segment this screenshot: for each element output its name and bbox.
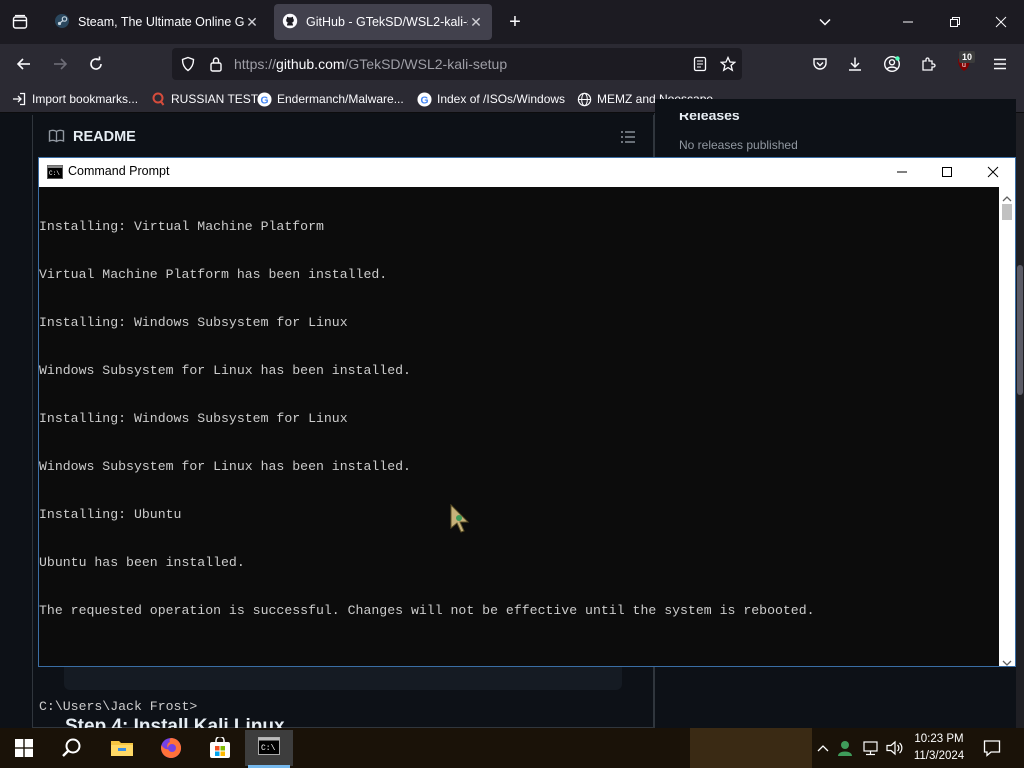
bookmark-label: Index of /ISOs/Windows <box>437 92 566 106</box>
cmd-line <box>39 651 999 667</box>
cmd-line: Windows Subsystem for Linux has been ins… <box>39 459 411 474</box>
svg-text:u: u <box>962 62 966 69</box>
page-scrollbar-thumb[interactable] <box>1017 265 1023 395</box>
page-scrollbar[interactable] <box>1016 113 1024 728</box>
user-tray-icon[interactable] <box>836 730 856 766</box>
github-icon <box>282 13 298 32</box>
bookmark-label: RUSSIAN TEST <box>171 92 259 106</box>
firefox-icon[interactable] <box>155 730 187 766</box>
cmd-line: Installing: Virtual Machine Platform <box>39 219 324 234</box>
steam-icon <box>54 13 70 32</box>
back-icon[interactable] <box>10 50 38 78</box>
cmd-close-icon[interactable] <box>981 160 1005 184</box>
reload-icon[interactable] <box>82 50 110 78</box>
restore-window-icon[interactable] <box>941 8 969 36</box>
wallpaper-peek <box>690 728 812 768</box>
google-icon: G <box>256 91 272 107</box>
releases-mask <box>655 99 1016 113</box>
lock-icon[interactable] <box>202 50 230 78</box>
url-domain: github.com <box>276 56 345 72</box>
downloads-icon[interactable] <box>841 50 869 78</box>
cmd-app-icon: C:\ <box>47 165 63 184</box>
google-icon: G <box>416 91 432 107</box>
bookmark-label: Endermanch/Malware... <box>277 92 404 106</box>
network-icon[interactable] <box>860 730 882 766</box>
bookmark-star-icon[interactable] <box>714 50 742 78</box>
cmd-scrollbar-thumb[interactable] <box>1002 204 1012 220</box>
tab-steam[interactable]: Steam, The Ultimate Online Gar ✕ <box>46 4 268 40</box>
extensions-icon[interactable] <box>914 50 942 78</box>
bookmark-endermanch[interactable]: G Endermanch/Malware... <box>256 90 404 108</box>
new-tab-icon[interactable]: + <box>501 8 529 36</box>
cmd-scrollbar[interactable] <box>999 187 1015 666</box>
taskbar-cmd-button[interactable]: C:\ <box>245 730 293 766</box>
cmd-prompt-line: C:\Users\Jack Frost> <box>39 699 198 714</box>
svg-text:G: G <box>420 95 428 106</box>
volume-icon[interactable] <box>884 730 906 766</box>
cmd-minimize-icon[interactable] <box>890 160 914 184</box>
cmd-maximize-icon[interactable] <box>935 160 959 184</box>
busy-cursor-icon <box>450 503 472 539</box>
svg-text:C:\: C:\ <box>49 170 60 177</box>
url-scheme: https:// <box>234 56 277 72</box>
notifications-icon[interactable] <box>980 730 1004 766</box>
list-all-tabs-icon[interactable] <box>811 8 839 36</box>
microsoft-store-icon[interactable] <box>204 730 236 766</box>
bookmark-russian-test[interactable]: RUSSIAN TEST <box>150 90 258 108</box>
show-hidden-icons-icon[interactable] <box>814 730 832 766</box>
globe-icon <box>576 91 592 107</box>
no-releases-text: No releases published <box>679 138 798 152</box>
cmd-line: Installing: Ubuntu <box>39 507 182 522</box>
reader-view-icon[interactable] <box>686 50 714 78</box>
forward-icon[interactable] <box>46 50 74 78</box>
bookmark-index-isos[interactable]: G Index of /ISOs/Windows <box>416 90 565 108</box>
file-explorer-icon[interactable] <box>106 730 138 766</box>
start-icon[interactable] <box>8 730 40 766</box>
close-window-icon[interactable] <box>987 8 1015 36</box>
url-text[interactable]: https://github.com/GTekSD/WSL2-kali-setu… <box>234 56 507 72</box>
tab-github[interactable]: GitHub - GTekSD/WSL2-kali-set ✕ <box>274 4 492 40</box>
cmd-line: Virtual Machine Platform has been instal… <box>39 267 388 282</box>
account-icon[interactable] <box>878 50 906 78</box>
cmd-line: Installing: Windows Subsystem for Linux <box>39 315 348 330</box>
close-tab-icon[interactable]: ✕ <box>468 14 484 31</box>
svg-text:G: G <box>260 95 268 106</box>
cmd-title-bar[interactable] <box>39 158 1015 187</box>
readme-heading[interactable]: README <box>73 129 136 145</box>
clock-time: 10:23 PM <box>914 733 964 745</box>
tracking-protection-icon[interactable] <box>174 50 202 78</box>
url-path: /GTekSD/WSL2-kali-setup <box>344 56 508 72</box>
cmd-line: Ubuntu has been installed. <box>39 555 245 570</box>
import-icon <box>11 91 27 107</box>
close-tab-icon[interactable]: ✕ <box>244 14 260 31</box>
firefox-view-icon[interactable] <box>6 8 34 36</box>
clock-date: 11/3/2024 <box>913 750 965 762</box>
svg-text:C:\: C:\ <box>261 744 276 753</box>
minimize-window-icon[interactable] <box>894 8 922 36</box>
bookmark-import[interactable]: Import bookmarks... <box>11 90 138 108</box>
outline-list-icon[interactable] <box>620 129 636 150</box>
system-clock[interactable]: 10:23 PM 11/3/2024 <box>908 731 970 765</box>
command-prompt-icon: C:\ <box>258 736 280 760</box>
search-icon[interactable] <box>56 730 88 766</box>
book-icon <box>48 128 65 149</box>
pocket-icon[interactable] <box>806 50 834 78</box>
scroll-down-icon[interactable] <box>1002 654 1012 672</box>
magnifier-icon <box>150 91 166 107</box>
cmd-line: Installing: Windows Subsystem for Linux <box>39 411 348 426</box>
cmd-line: Windows Subsystem for Linux has been ins… <box>39 363 411 378</box>
cmd-output[interactable]: Installing: Virtual Machine Platform Vir… <box>39 187 999 731</box>
menu-hamburger-icon[interactable] <box>986 50 1014 78</box>
extension-badge: 10 <box>959 51 976 63</box>
tab-title: Steam, The Ultimate Online Gar <box>78 15 244 29</box>
cmd-line: The requested operation is successful. C… <box>39 603 815 618</box>
cmd-title: Command Prompt <box>68 164 170 178</box>
bookmark-label: Import bookmarks... <box>32 92 139 106</box>
tab-title: GitHub - GTekSD/WSL2-kali-set <box>306 15 468 29</box>
